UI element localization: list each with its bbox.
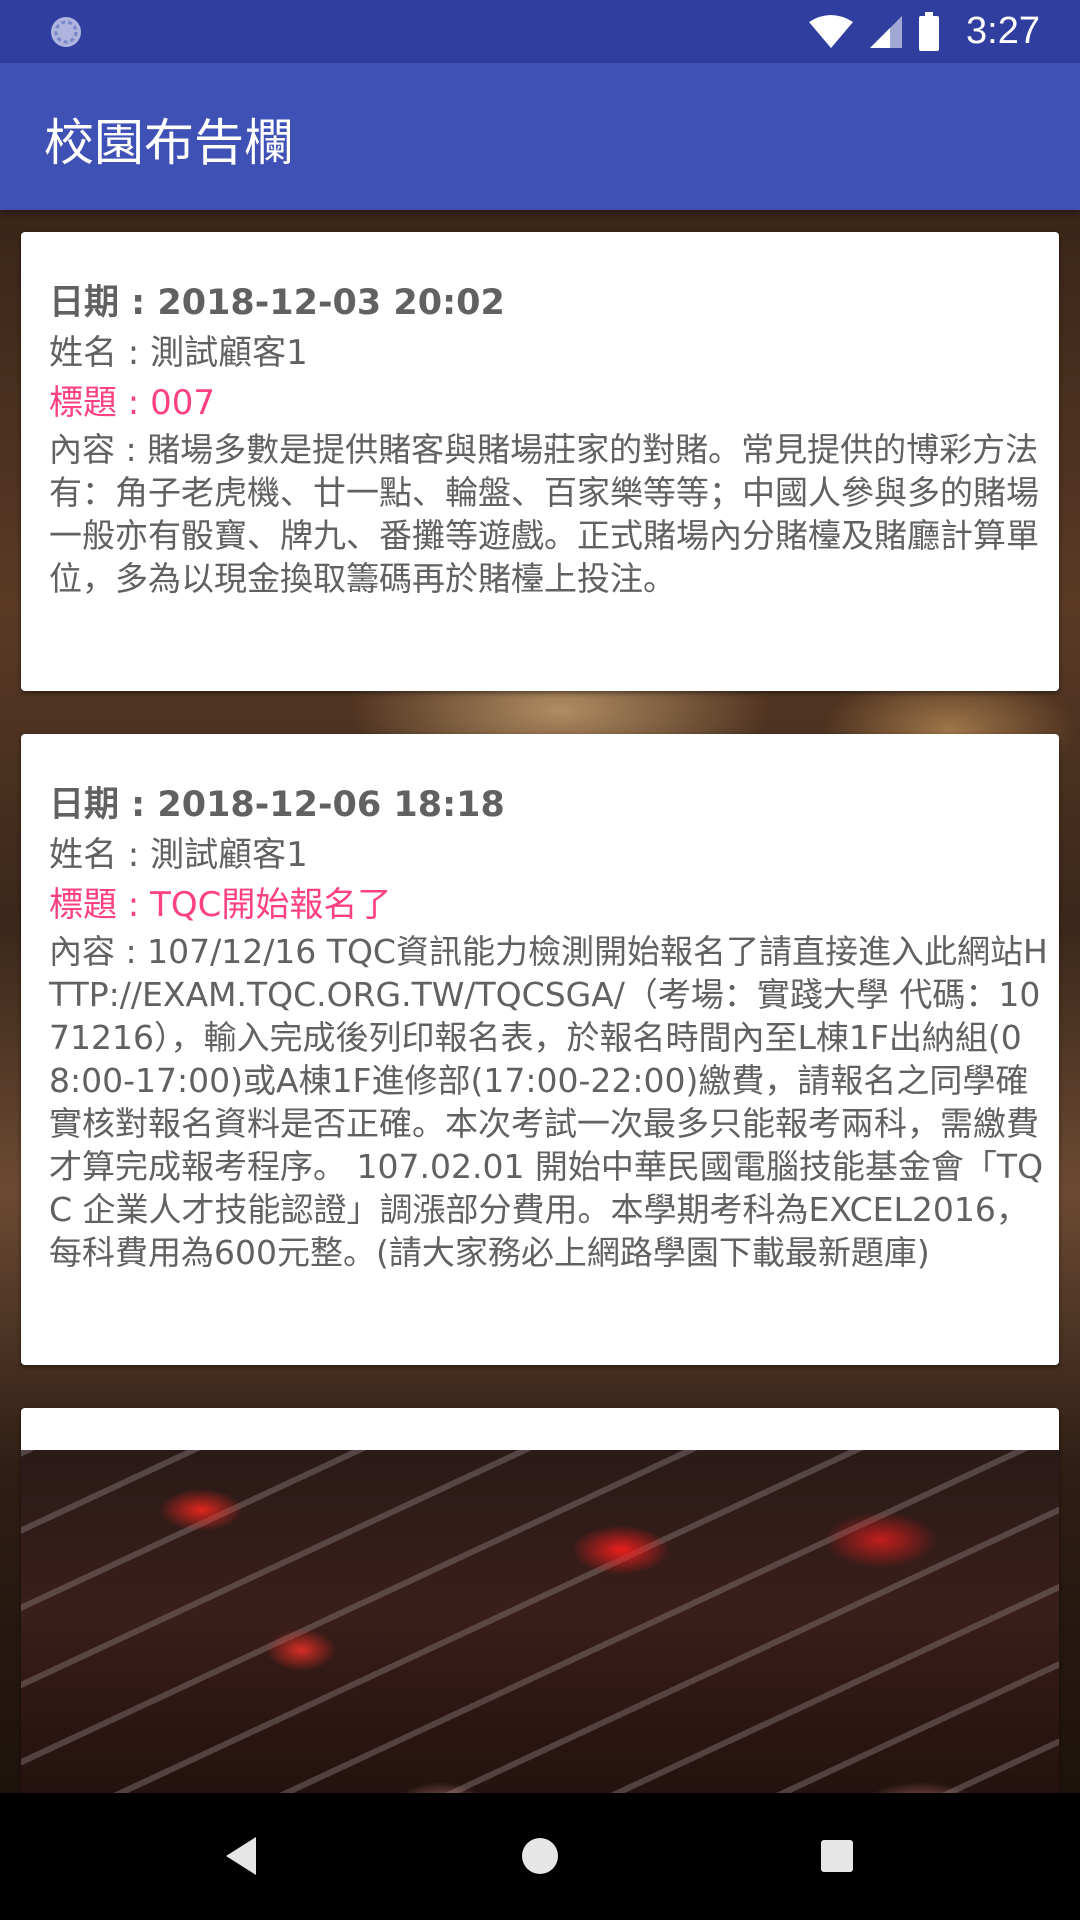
home-icon[interactable] — [507, 1823, 573, 1889]
post-title: 標題 : TQC開始報名了 — [49, 885, 392, 925]
wifi-icon — [809, 14, 854, 48]
post-text: 日期 : 2018-12-06 18:18 姓名 : 測試顧客1 標題 : TQ… — [49, 780, 1053, 1274]
clock: 3:27 — [966, 10, 1040, 52]
status-bar: 3:27 — [0, 0, 1080, 63]
post-card[interactable]: 日期 : 2018-12-06 18:18 姓名 : 測試顧客1 標題 : TQ… — [21, 734, 1059, 1365]
page-title: 校園布告欄 — [44, 114, 294, 172]
recents-icon[interactable] — [804, 1823, 870, 1889]
status-icons: 3:27 — [808, 0, 1040, 63]
app-bar: 校園布告欄 — [0, 63, 1080, 210]
navigation-bar — [0, 1793, 1080, 1920]
bulletin-list[interactable]: 日期 : 2018-12-03 20:02 姓名 : 測試顧客1 標題 : 00… — [0, 210, 1080, 1793]
post-title: 標題 : 007 — [49, 383, 215, 423]
cell-signal-icon — [870, 15, 903, 48]
post-card[interactable]: 日期 : 2018-12-03 20:02 姓名 : 測試顧客1 標題 : 00… — [21, 232, 1059, 691]
post-content: 內容 : 賭場多數是提供賭客與賭場莊家的對賭。常見提供的博彩方法有：角子老虎機、… — [49, 430, 1039, 598]
post-text: 日期 : 2018-12-03 20:02 姓名 : 測試顧客1 標題 : 00… — [49, 278, 1053, 600]
post-image — [21, 1450, 1059, 1793]
back-icon[interactable] — [210, 1823, 276, 1889]
post-date: 日期 : 2018-12-03 20:02 — [49, 283, 505, 323]
post-content: 內容 : 107/12/16 TQC資訊能力檢測開始報名了請直接進入此網站HTT… — [49, 932, 1048, 1272]
post-author: 姓名 : 測試顧客1 — [49, 835, 308, 875]
sync-icon — [51, 17, 81, 47]
post-date: 日期 : 2018-12-06 18:18 — [49, 785, 505, 825]
post-card[interactable] — [21, 1408, 1059, 1793]
battery-icon — [919, 11, 940, 51]
post-author: 姓名 : 測試顧客1 — [49, 333, 308, 373]
